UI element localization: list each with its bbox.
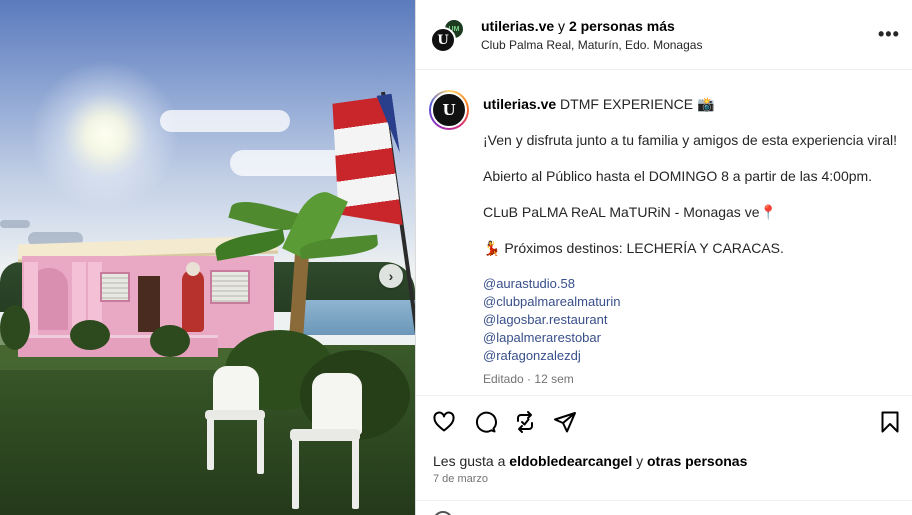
mention-link[interactable]: @lagosbar.restaurant	[483, 312, 608, 327]
edited-label: Editado	[483, 372, 524, 386]
caption-title-line: utilerias.ve DTMF EXPERIENCE 📸	[483, 96, 714, 113]
caption-line: Abierto al Público hasta el DOMINGO 8 a …	[483, 168, 873, 184]
lake	[300, 300, 415, 335]
cloud	[160, 110, 290, 132]
carousel-next-button[interactable]: ›	[379, 264, 403, 288]
meta-separator: ·	[527, 372, 532, 386]
account-link[interactable]: utilerias.ve	[481, 18, 554, 34]
post-caption: U utilerias.ve DTMF EXPERIENCE 📸 ¡Ven y …	[416, 72, 912, 394]
collab-avatars[interactable]: UM U	[430, 18, 466, 54]
cloud	[0, 220, 30, 228]
comment-bar	[416, 500, 912, 515]
other-likers-link[interactable]: otras personas	[647, 453, 747, 469]
caption-author-link[interactable]: utilerias.ve	[483, 96, 556, 112]
collab-others-link[interactable]: 2 personas más	[569, 18, 675, 34]
repost-icon[interactable]	[513, 410, 537, 434]
house-window	[210, 270, 250, 304]
mention-link[interactable]: @rafagonzalezdj	[483, 348, 581, 363]
avatar-text: U	[437, 32, 449, 48]
caption-line: ¡Ven y disfruta junto a tu familia y ami…	[483, 132, 897, 148]
heart-icon[interactable]	[432, 410, 456, 434]
likes-summary: Les gusta a eldobledearcangel y otras pe…	[433, 453, 747, 469]
person-head	[186, 262, 200, 276]
post-header: UM U utilerias.ve y 2 personas más Club …	[416, 0, 912, 70]
post-accounts: utilerias.ve y 2 personas más	[481, 18, 675, 34]
caption-line: 💃 Próximos destinos: LECHERÍA Y CARACAS.	[483, 240, 784, 256]
bookmark-icon[interactable]	[878, 410, 902, 434]
caption-line: CLuB PaLMA ReAL MaTURiN - Monagas ve📍	[483, 204, 777, 220]
author-avatar[interactable]: U	[429, 90, 469, 130]
caption-title: DTMF EXPERIENCE 📸	[560, 96, 715, 112]
send-icon[interactable]	[553, 410, 577, 434]
post-actions: Les gusta a eldobledearcangel y otras pe…	[416, 395, 912, 500]
more-options-icon[interactable]: •••	[878, 24, 900, 45]
chevron-right-icon: ›	[388, 268, 394, 284]
location-link[interactable]: Club Palma Real, Maturín, Edo. Monagas	[481, 38, 702, 52]
mention-link[interactable]: @lapalmerarestobar	[483, 330, 601, 345]
sun	[30, 60, 180, 210]
collab-joiner: y	[558, 18, 566, 34]
comment-icon[interactable]	[473, 410, 497, 434]
mention-link[interactable]: @aurastudio.58	[483, 276, 575, 291]
person	[182, 270, 204, 332]
bush	[70, 320, 110, 350]
post-age[interactable]: 12 sem	[534, 372, 573, 386]
bush	[0, 305, 30, 350]
post-panel: UM U utilerias.ve y 2 personas más Club …	[415, 0, 912, 515]
house-door	[138, 276, 160, 332]
liker-link[interactable]: eldobledearcangel	[509, 453, 632, 469]
likes-prefix: Les gusta a	[433, 453, 506, 469]
post-date[interactable]: 7 de marzo	[433, 473, 488, 485]
post-photo[interactable]: ›	[0, 0, 415, 515]
likes-mid: y	[636, 453, 644, 469]
avatar-text: U	[442, 101, 456, 119]
bush	[150, 325, 190, 357]
white-chair	[203, 366, 268, 476]
house-window	[100, 272, 130, 302]
white-chair	[288, 373, 368, 515]
caption-meta: Editado · 12 sem	[483, 372, 574, 386]
mention-link[interactable]: @clubpalmarealmaturin	[483, 294, 620, 309]
avatar: U	[430, 27, 456, 53]
comment-avatar	[433, 511, 453, 515]
